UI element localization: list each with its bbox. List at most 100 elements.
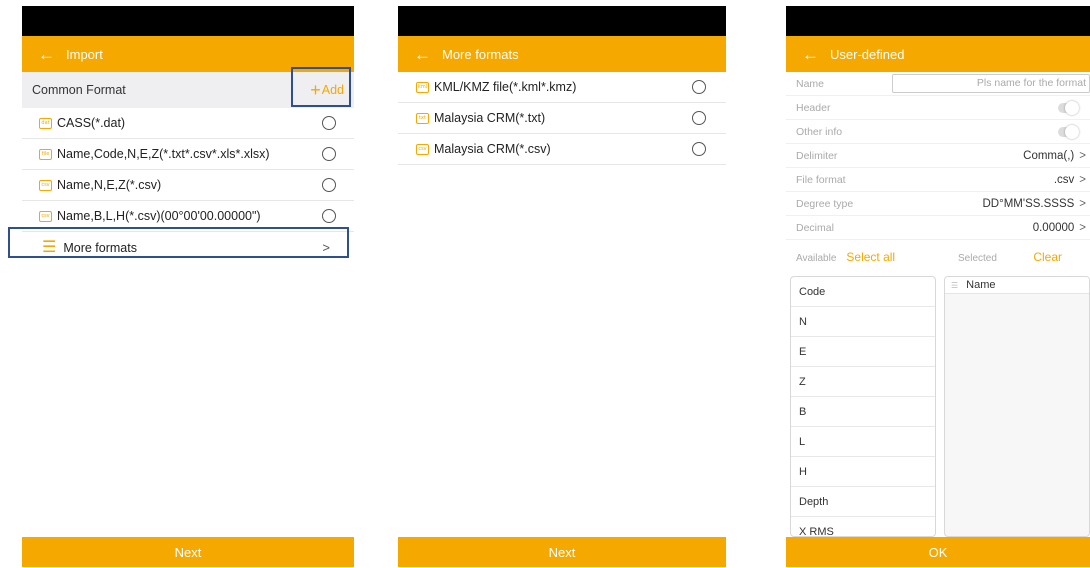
chevron-right-icon: > [322, 240, 330, 255]
file-dat-icon: dat [39, 117, 52, 129]
file-format-row[interactable]: File format .csv > [786, 168, 1090, 192]
section-header: Common Format + Add [22, 72, 354, 108]
status-bar [398, 6, 726, 36]
selected-list[interactable]: ☰ Name [944, 276, 1090, 537]
list-item[interactable]: Depth [791, 487, 935, 517]
field-lists: Code N E Z B L H Depth X RMS ☰ Name [790, 276, 1090, 537]
file-csv-icon: csv [416, 143, 429, 155]
columns-header: Available Select all Selected Clear [786, 244, 1090, 264]
list-item[interactable]: N [791, 307, 935, 337]
list-item[interactable]: H [791, 457, 935, 487]
radio-button[interactable] [322, 178, 336, 192]
file-csv-icon: csv [39, 210, 52, 222]
format-label: Name,N,E,Z(*.csv) [57, 178, 162, 192]
other-info-row: Other info [786, 120, 1090, 144]
arrow-left-icon[interactable]: ← [38, 46, 66, 63]
format-row[interactable]: csv Malaysia CRM(*.csv) [398, 134, 726, 165]
file-format-value: .csv [1053, 173, 1075, 186]
radio-button[interactable] [322, 116, 336, 130]
file-txt-icon: txt [416, 112, 429, 124]
degree-type-value: DD°MM'SS.SSSS [982, 197, 1075, 210]
next-button[interactable]: Next [398, 537, 726, 567]
other-info-label: Other info [796, 125, 843, 138]
list-item[interactable]: ☰ Name [945, 277, 1089, 294]
chevron-right-icon: > [1079, 221, 1086, 234]
delimiter-label: Delimiter [796, 149, 838, 162]
page-title: More formats [442, 46, 519, 62]
degree-type-label: Degree type [796, 197, 854, 210]
menu-icon: ☰ [42, 238, 57, 256]
name-label: Name [796, 77, 825, 90]
delimiter-row[interactable]: Delimiter Comma(,) > [786, 144, 1090, 168]
format-label: Name,Code,N,E,Z(*.txt*.csv*.xls*.xlsx) [57, 147, 270, 161]
header-label: Header [796, 101, 831, 114]
ok-button[interactable]: OK [786, 537, 1090, 567]
decimal-row[interactable]: Decimal 0.00000 > [786, 216, 1090, 240]
file-format-label: File format [796, 173, 846, 186]
format-row[interactable]: kml KML/KMZ file(*.kml*.kmz) [398, 72, 726, 103]
degree-type-row[interactable]: Degree type DD°MM'SS.SSSS > [786, 192, 1090, 216]
decimal-label: Decimal [796, 221, 834, 234]
format-row[interactable]: csv Name,B,L,H(*.csv)(00°00'00.00000") [22, 201, 354, 232]
page-title: Import [66, 46, 103, 62]
selected-field-label: Name [966, 279, 996, 291]
radio-button[interactable] [692, 111, 706, 125]
select-all-button[interactable]: Select all [846, 250, 895, 264]
available-label: Available [796, 253, 837, 264]
chevron-right-icon: > [1079, 197, 1086, 210]
radio-button[interactable] [322, 147, 336, 161]
name-row: Name Pls name for the format [786, 72, 1090, 96]
list-item[interactable]: L [791, 427, 935, 457]
list-item[interactable]: Code [791, 277, 935, 307]
file-csv-icon: csv [39, 179, 52, 191]
app-bar: ← More formats [398, 36, 726, 72]
status-bar [22, 6, 354, 36]
list-item[interactable]: E [791, 337, 935, 367]
file-icon: file [39, 148, 52, 160]
next-button[interactable]: Next [22, 537, 354, 567]
name-input[interactable]: Pls name for the format [892, 74, 1090, 93]
radio-button[interactable] [692, 142, 706, 156]
plus-icon: + [310, 80, 321, 100]
format-label: CASS(*.dat) [57, 116, 126, 130]
add-button[interactable]: + Add [310, 81, 344, 99]
format-label: Name,B,L,H(*.csv)(00°00'00.00000") [57, 209, 261, 223]
user-defined-screen: ← User-defined Name Pls name for the for… [786, 6, 1090, 567]
decimal-value: 0.00000 [1032, 221, 1075, 234]
chevron-right-icon: > [1079, 173, 1086, 186]
available-list[interactable]: Code N E Z B L H Depth X RMS [790, 276, 936, 537]
file-kml-icon: kml [416, 81, 429, 93]
chevron-right-icon: > [1079, 149, 1086, 162]
radio-button[interactable] [322, 209, 336, 223]
more-formats-screen: ← More formats kml KML/KMZ file(*.kml*.k… [398, 6, 726, 567]
arrow-left-icon[interactable]: ← [414, 46, 442, 63]
header-toggle[interactable] [1058, 100, 1079, 115]
status-bar [786, 6, 1090, 36]
format-label: KML/KMZ file(*.kml*.kmz) [434, 80, 577, 94]
format-row[interactable]: txt Malaysia CRM(*.txt) [398, 103, 726, 134]
add-label: Add [321, 83, 344, 97]
app-bar: ← Import [22, 36, 354, 72]
more-formats-label: More formats [63, 240, 137, 255]
format-label: Malaysia CRM(*.csv) [434, 142, 551, 156]
format-row[interactable]: dat CASS(*.dat) [22, 108, 354, 139]
list-item[interactable]: B [791, 397, 935, 427]
drag-handle-icon[interactable]: ☰ [951, 281, 958, 290]
header-row: Header [786, 96, 1090, 120]
section-title: Common Format [32, 83, 126, 97]
format-row[interactable]: file Name,Code,N,E,Z(*.txt*.csv*.xls*.xl… [22, 139, 354, 170]
import-screen: ← Import Common Format + Add dat CASS(*.… [22, 6, 354, 567]
more-formats-row[interactable]: ☰ More formats > [22, 232, 354, 263]
arrow-left-icon[interactable]: ← [802, 46, 830, 63]
list-item[interactable]: X RMS [791, 517, 935, 537]
format-row[interactable]: csv Name,N,E,Z(*.csv) [22, 170, 354, 201]
format-label: Malaysia CRM(*.txt) [434, 111, 546, 125]
list-item[interactable]: Z [791, 367, 935, 397]
page-title: User-defined [830, 46, 905, 62]
delimiter-value: Comma(,) [1023, 149, 1075, 162]
clear-button[interactable]: Clear [1033, 250, 1062, 264]
selected-label: Selected [958, 253, 997, 264]
app-bar: ← User-defined [786, 36, 1090, 72]
radio-button[interactable] [692, 80, 706, 94]
other-info-toggle[interactable] [1058, 124, 1079, 139]
